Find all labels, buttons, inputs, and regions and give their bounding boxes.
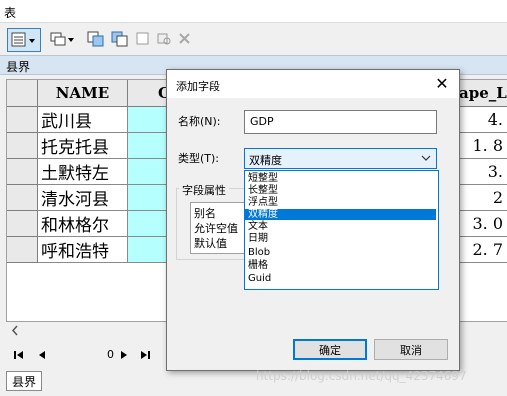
table-tab-bottom[interactable]: 县界 — [6, 371, 42, 391]
field-type-dropdown: 短整型 长整型 浮点型 双精度 文本 日期 Blob 栅格 Guid — [244, 170, 439, 290]
type-option-text[interactable]: 文本 — [245, 221, 436, 232]
field-type-select[interactable]: 双精度 — [244, 148, 437, 169]
chevron-down-icon — [421, 155, 431, 161]
related-tables-icon — [50, 32, 74, 46]
ok-button[interactable]: 确定 — [293, 339, 367, 360]
property-allow-null[interactable]: 允许空值 — [194, 220, 238, 236]
table-options-button[interactable] — [7, 28, 41, 52]
column-header-name[interactable]: NAME — [38, 80, 128, 107]
type-option-double[interactable]: 双精度 — [245, 209, 436, 220]
cell-name[interactable]: 和林格尔 — [38, 211, 128, 237]
clear-selection-button[interactable] — [134, 28, 152, 50]
horizontal-scrollbar[interactable] — [6, 322, 158, 339]
corner-header — [7, 80, 38, 107]
cell-name[interactable]: 清水河县 — [38, 185, 128, 211]
field-properties-title: 字段属性 — [179, 182, 229, 198]
select-by-attributes-button[interactable] — [86, 28, 106, 50]
cell-shape-length[interactable]: 4. — [459, 107, 507, 133]
switch-selection-icon — [111, 31, 128, 47]
zoom-to-selected-button[interactable] — [155, 28, 173, 50]
watermark: https://blog.csdn.net/qq_42374697 — [256, 369, 467, 383]
record-navigation: 0 — [6, 344, 166, 366]
toolbar — [0, 23, 507, 55]
cell-shape-length[interactable]: 1. 8 — [459, 133, 507, 159]
next-record-icon[interactable] — [118, 348, 130, 362]
row-selector[interactable] — [7, 211, 38, 237]
table-options-icon — [11, 32, 35, 47]
close-icon[interactable]: ✕ — [431, 74, 453, 94]
type-option-raster[interactable]: 栅格 — [245, 260, 436, 271]
cell-shape-length[interactable]: 2 — [459, 185, 507, 211]
dialog-title-bar: 添加字段 ✕ — [167, 70, 459, 98]
dialog-title: 添加字段 — [176, 80, 220, 93]
related-tables-button[interactable] — [48, 28, 78, 50]
row-selector[interactable] — [7, 237, 38, 263]
type-option-long-integer[interactable]: 长整型 — [245, 185, 436, 196]
property-alias[interactable]: 别名 — [194, 205, 216, 221]
row-selector[interactable] — [7, 185, 38, 211]
table-name: 县界 — [6, 60, 31, 74]
row-selector[interactable] — [7, 133, 38, 159]
field-name-input[interactable]: GDP — [244, 110, 437, 134]
cell-name[interactable]: 托克托县 — [38, 133, 128, 159]
record-number-input[interactable]: 0 — [54, 346, 114, 364]
cell-shape-length[interactable]: 2. 7 — [459, 237, 507, 263]
type-option-guid[interactable]: Guid — [245, 273, 436, 284]
type-option-short-integer[interactable]: 短整型 — [245, 173, 436, 184]
switch-selection-button[interactable] — [110, 28, 130, 50]
cell-shape-length[interactable]: 3. — [459, 159, 507, 185]
column-header-shape-length[interactable]: ape_L — [459, 80, 507, 107]
select-by-attributes-icon — [87, 31, 104, 47]
delete-selected-button[interactable] — [176, 28, 194, 50]
previous-record-icon[interactable] — [36, 348, 48, 362]
property-default-value[interactable]: 默认值 — [194, 235, 227, 251]
type-label: 类型(T): — [178, 152, 220, 165]
window-title-bar: 表 — [0, 0, 507, 23]
add-field-dialog: 添加字段 ✕ 名称(N): GDP 类型(T): 双精度 字段属性 别名 允许空… — [166, 69, 460, 371]
name-label: 名称(N): — [178, 115, 221, 128]
row-selector[interactable] — [7, 159, 38, 185]
cell-name[interactable]: 呼和浩特 — [38, 237, 128, 263]
row-selector[interactable] — [7, 107, 38, 133]
cell-shape-length[interactable]: 3. 0 — [459, 211, 507, 237]
scroll-left-icon[interactable] — [8, 322, 22, 339]
type-option-blob[interactable]: Blob — [245, 247, 436, 258]
type-option-float[interactable]: 浮点型 — [245, 197, 436, 208]
last-record-icon[interactable] — [138, 348, 152, 362]
zoom-to-selected-icon — [157, 33, 171, 45]
cell-name[interactable]: 土默特左 — [38, 159, 128, 185]
delete-icon — [179, 33, 190, 44]
first-record-icon[interactable] — [12, 348, 26, 362]
cell-name[interactable]: 武川县 — [38, 107, 128, 133]
field-properties-list[interactable]: 别名 允许空值 默认值 — [190, 202, 252, 254]
window-title: 表 — [4, 6, 17, 20]
type-option-date[interactable]: 日期 — [245, 233, 436, 244]
clear-selection-icon — [136, 32, 149, 45]
field-type-value: 双精度 — [249, 154, 282, 167]
cancel-button[interactable]: 取消 — [374, 339, 448, 360]
